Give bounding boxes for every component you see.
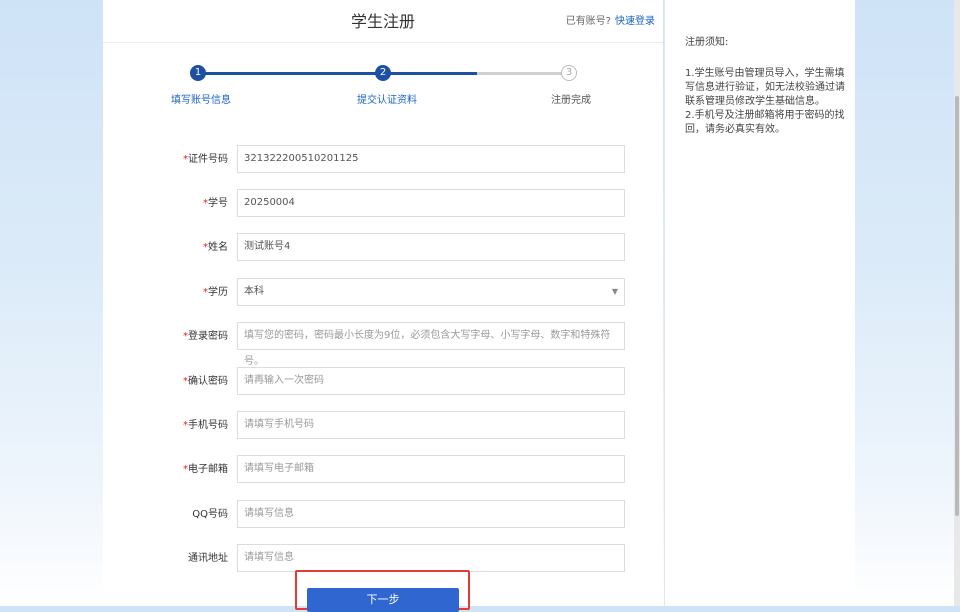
row-phone: *手机号码 请填写手机号码: [103, 411, 663, 441]
password-label: *登录密码: [183, 331, 228, 342]
phone-field[interactable]: 请填写手机号码: [237, 411, 625, 439]
step-3-label: 注册完成: [551, 95, 591, 106]
login-hint: 已有账号? 快速登录: [566, 12, 655, 27]
notice-item-1: 1.学生账号由管理员导入，学生需填写信息进行验证，如无法校验通过请联系管理员修改…: [685, 68, 845, 107]
header: 学生注册 已有账号? 快速登录: [103, 0, 663, 43]
step-1-circle: 1: [190, 65, 206, 81]
row-confirm-password: *确认密码 请再输入一次密码: [103, 367, 663, 397]
row-student-no: *学号 20250004: [103, 189, 663, 219]
education-select[interactable]: 本科 ▼: [237, 278, 625, 306]
name-label: *姓名: [203, 242, 228, 253]
step-connector-2-progress: [384, 72, 477, 75]
row-email: *电子邮箱 请填写电子邮箱: [103, 455, 663, 485]
row-password: *登录密码 填写您的密码，密码最小长度为9位，必须包含大写字母、小写字母、数字和…: [103, 322, 663, 367]
notice-title: 注册须知:: [685, 37, 729, 48]
name-field[interactable]: 测试账号4: [237, 233, 625, 261]
step-1-label: 填写账号信息: [171, 95, 231, 106]
student-no-label: *学号: [203, 198, 228, 209]
step-2-circle: 2: [375, 65, 391, 81]
email-label: *电子邮箱: [183, 464, 228, 475]
row-id-number: *证件号码 321322200510201125: [103, 145, 663, 175]
student-no-field[interactable]: 20250004: [237, 189, 625, 217]
password-field[interactable]: 填写您的密码，密码最小长度为9位，必须包含大写字母、小写字母、数字和特殊符号。: [237, 322, 625, 367]
phone-label: *手机号码: [183, 420, 228, 431]
progress-steps: 1 2 3 填写账号信息 提交认证资料 注册完成: [103, 62, 663, 108]
registration-panel: 学生注册 已有账号? 快速登录 1 2 3 填写账号信息 提交认证资料 注册完成 …: [103, 0, 663, 612]
education-label: *学历: [203, 287, 228, 298]
confirm-password-label: *确认密码: [183, 376, 228, 387]
id-number-label: *证件号码: [183, 154, 228, 165]
notice-panel: 注册须知: 1.学生账号由管理员导入，学生需填写信息进行验证，如无法校验通过请联…: [664, 0, 855, 606]
row-education: *学历 本科 ▼: [103, 278, 663, 308]
step-connector-1: [198, 72, 384, 75]
step-2-label: 提交认证资料: [357, 95, 417, 106]
chevron-down-icon: ▼: [611, 287, 618, 296]
quick-login-link[interactable]: 快速登录: [615, 16, 655, 27]
qq-field[interactable]: 请填写信息: [237, 500, 625, 528]
next-step-button[interactable]: 下一步: [307, 588, 459, 612]
registration-notice: 注册须知: 1.学生账号由管理员导入，学生需填写信息进行验证，如无法校验通过请联…: [685, 36, 845, 137]
login-prompt: 已有账号?: [565, 16, 611, 27]
id-number-field[interactable]: 321322200510201125: [237, 145, 625, 173]
education-value: 本科: [244, 286, 264, 297]
address-field[interactable]: 请填写信息: [237, 544, 625, 572]
step-connector-2-remaining: [477, 72, 569, 75]
address-label: 通讯地址: [188, 553, 228, 564]
scrollbar-thumb[interactable]: [955, 96, 959, 516]
confirm-password-field[interactable]: 请再输入一次密码: [237, 367, 625, 395]
qq-label: QQ号码: [192, 509, 228, 520]
row-name: *姓名 测试账号4: [103, 233, 663, 263]
step-3-circle: 3: [561, 65, 577, 81]
row-qq: QQ号码 请填写信息: [103, 500, 663, 530]
email-field[interactable]: 请填写电子邮箱: [237, 455, 625, 483]
notice-item-2: 2.手机号及注册邮箱将用于密码的找回，请务必真实有效。: [685, 110, 845, 135]
